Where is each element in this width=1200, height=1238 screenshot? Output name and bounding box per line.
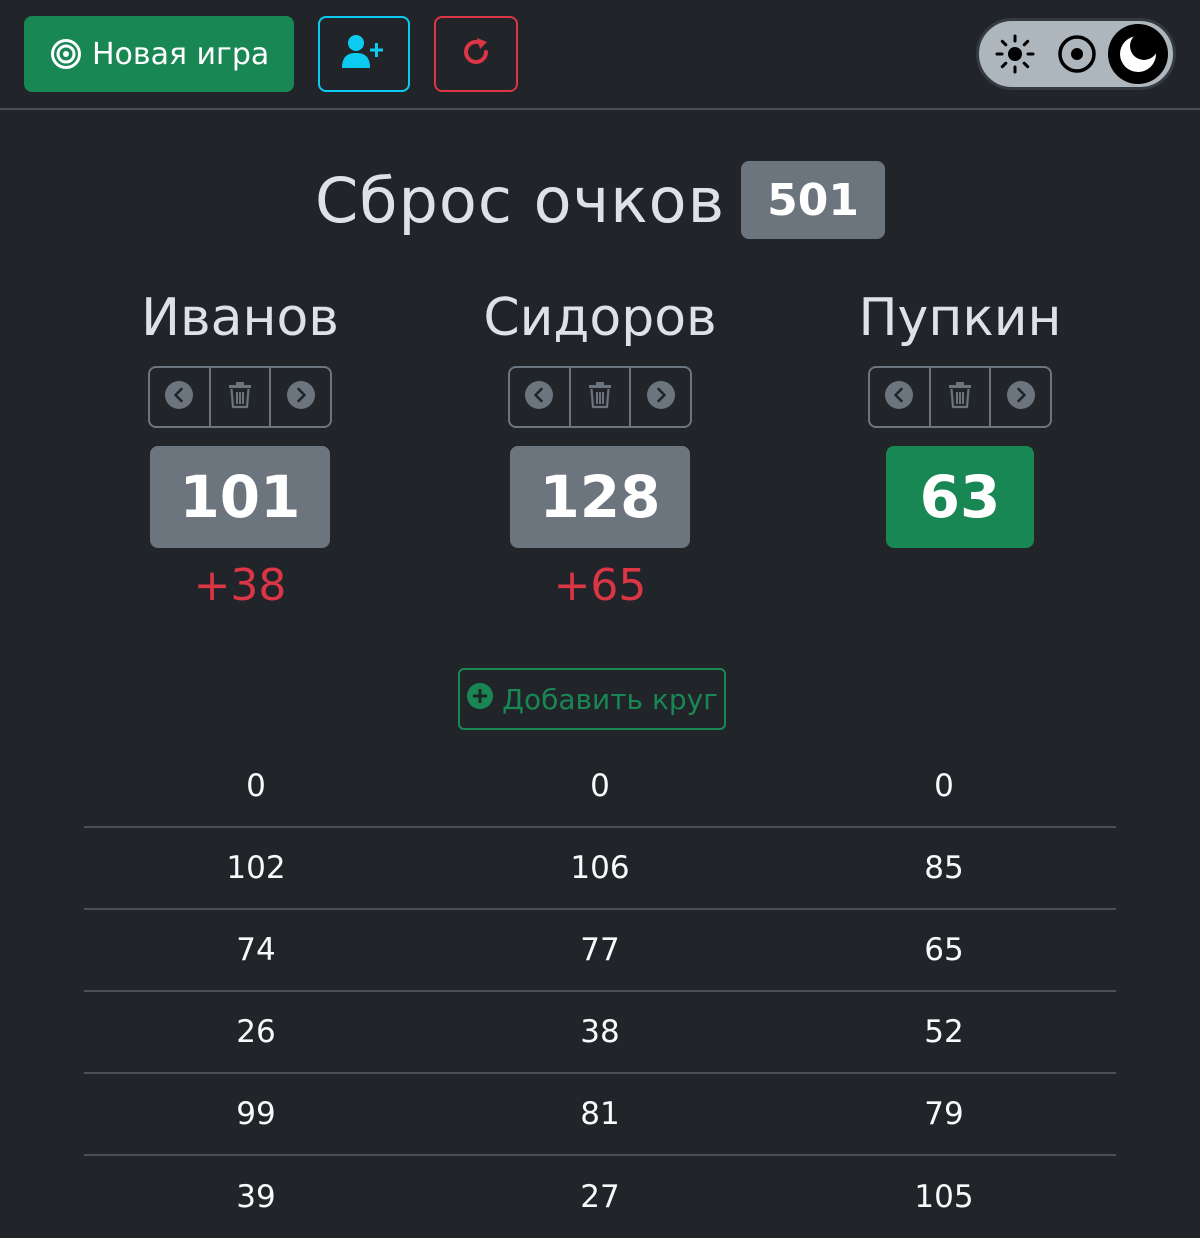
new-game-button[interactable]: Новая игра: [24, 16, 294, 92]
chevron-left-icon: [884, 380, 914, 414]
move-left-button[interactable]: [510, 368, 571, 426]
table-cell[interactable]: 74: [84, 910, 428, 990]
chevron-right-icon: [286, 380, 316, 414]
game-title: Сброс очков: [315, 163, 726, 237]
table-cell[interactable]: 77: [428, 910, 772, 990]
table-cell[interactable]: 99: [84, 1074, 428, 1154]
refresh-icon: [460, 36, 492, 72]
reset-button[interactable]: [434, 16, 518, 92]
moon-icon[interactable]: [1108, 24, 1168, 84]
add-player-button[interactable]: [318, 16, 410, 92]
chevron-right-icon: [646, 380, 676, 414]
delete-player-button[interactable]: [571, 368, 632, 426]
table-cell[interactable]: 0: [428, 746, 772, 826]
table-cell[interactable]: 38: [428, 992, 772, 1072]
player-column: Сидоров 128 +65: [420, 280, 780, 614]
score-delta: +38: [193, 560, 287, 611]
table-cell[interactable]: 81: [428, 1074, 772, 1154]
table-cell[interactable]: 85: [772, 828, 1116, 908]
target-icon: [50, 38, 82, 70]
score-delta: +65: [553, 560, 647, 611]
table-cell[interactable]: 52: [772, 992, 1116, 1072]
new-game-label: Новая игра: [92, 36, 270, 72]
table-cell[interactable]: 27: [428, 1156, 772, 1238]
remaining-score-badge: 101: [150, 446, 330, 548]
move-right-button[interactable]: [991, 368, 1050, 426]
player-controls: [868, 366, 1052, 428]
chevron-right-icon: [1006, 380, 1036, 414]
user-plus-icon: [342, 34, 386, 74]
move-right-button[interactable]: [631, 368, 690, 426]
auto-theme-icon[interactable]: [1047, 24, 1107, 84]
table-row: 0 0 0: [84, 746, 1116, 828]
game-title-row: Сброс очков 501: [0, 158, 1200, 242]
table-cell[interactable]: 79: [772, 1074, 1116, 1154]
navbar: Новая игра: [0, 0, 1200, 110]
rounds-table: 0 0 0 102 106 85 74 77 65 26 38 52 99 81…: [84, 746, 1116, 1238]
add-round-label: Добавить круг: [502, 682, 718, 716]
move-left-button[interactable]: [870, 368, 931, 426]
player-name: Пупкин: [858, 288, 1062, 348]
table-cell[interactable]: 0: [84, 746, 428, 826]
remaining-score-badge-leader: 63: [886, 446, 1034, 548]
table-cell[interactable]: 102: [84, 828, 428, 908]
table-row: 99 81 79: [84, 1074, 1116, 1156]
remaining-score-badge: 128: [510, 446, 690, 548]
table-cell[interactable]: 65: [772, 910, 1116, 990]
move-left-button[interactable]: [150, 368, 211, 426]
table-row: 26 38 52: [84, 992, 1116, 1074]
chevron-left-icon: [164, 380, 194, 414]
add-round-button[interactable]: Добавить круг: [458, 668, 726, 730]
sun-icon[interactable]: [985, 24, 1045, 84]
table-cell[interactable]: 26: [84, 992, 428, 1072]
player-column: Пупкин 63: [780, 280, 1140, 614]
player-controls: [148, 366, 332, 428]
player-controls: [508, 366, 692, 428]
score-delta: [780, 558, 1140, 614]
table-cell[interactable]: 105: [772, 1156, 1116, 1238]
table-row: 39 27 105: [84, 1156, 1116, 1238]
trash-icon: [227, 381, 253, 413]
player-column: Иванов 101 +38: [60, 280, 420, 614]
target-score-badge: 501: [741, 161, 885, 239]
table-cell[interactable]: 0: [772, 746, 1116, 826]
trash-icon: [587, 381, 613, 413]
player-name: Иванов: [141, 288, 339, 348]
trash-icon: [947, 381, 973, 413]
table-cell[interactable]: 39: [84, 1156, 428, 1238]
theme-switch[interactable]: [976, 18, 1176, 90]
table-row: 102 106 85: [84, 828, 1116, 910]
move-right-button[interactable]: [271, 368, 330, 426]
player-name: Сидоров: [483, 288, 717, 348]
plus-circle-icon: [466, 682, 494, 717]
delete-player-button[interactable]: [211, 368, 272, 426]
delete-player-button[interactable]: [931, 368, 992, 426]
table-row: 74 77 65: [84, 910, 1116, 992]
table-cell[interactable]: 106: [428, 828, 772, 908]
chevron-left-icon: [524, 380, 554, 414]
